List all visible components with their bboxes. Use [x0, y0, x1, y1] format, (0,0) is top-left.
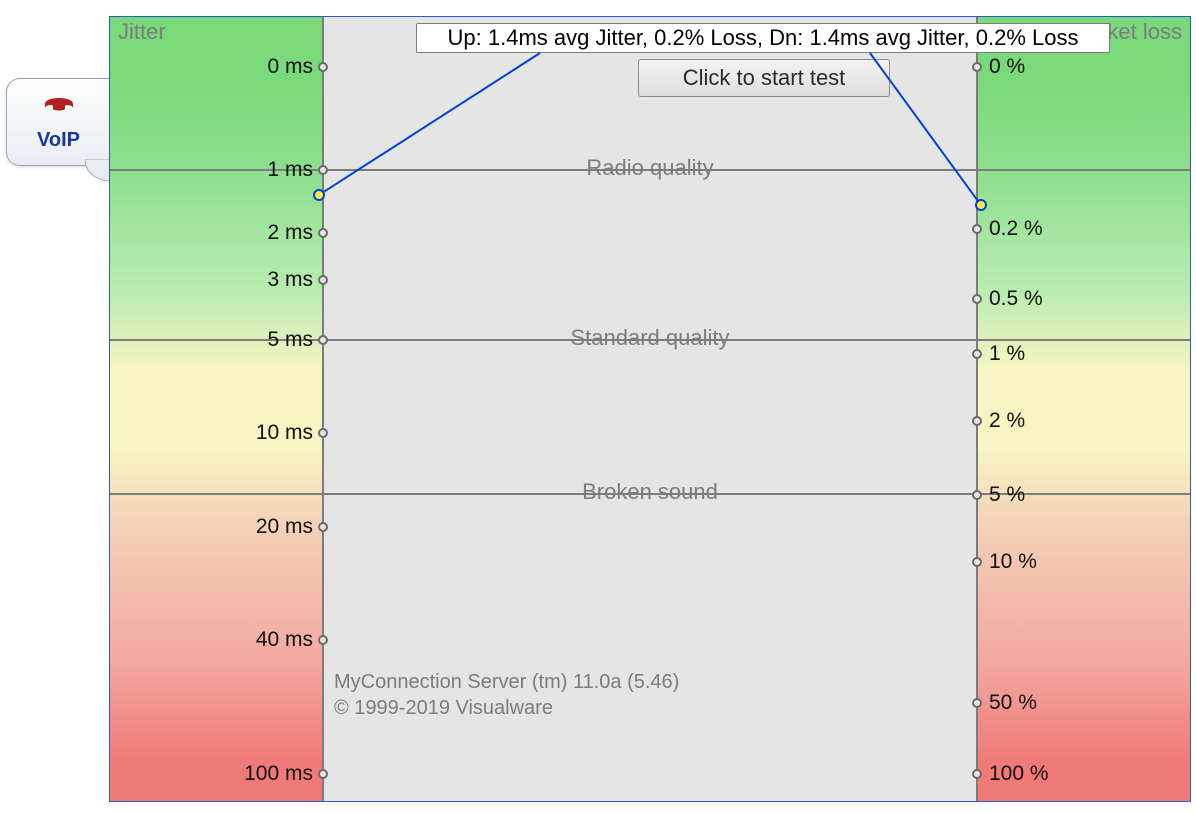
jitter-tick-label: 5 ms — [267, 328, 313, 352]
loss-tick-label: 100 % — [989, 762, 1049, 786]
voip-tab-label: VoIP — [37, 129, 80, 152]
footer-product: MyConnection Server (tm) 11.0a (5.46) — [334, 671, 679, 694]
loss-tick-label: 0.5 % — [989, 287, 1043, 311]
test-summary: Up: 1.4ms avg Jitter, 0.2% Loss, Dn: 1.4… — [416, 23, 1110, 53]
start-test-button[interactable]: Click to start test — [638, 59, 890, 97]
loss-tick — [972, 416, 982, 426]
phone-icon — [42, 92, 76, 123]
jitter-tick — [318, 769, 328, 779]
voip-tab[interactable]: VoIP — [6, 78, 110, 166]
loss-tick-label: 50 % — [989, 691, 1037, 715]
jitter-tick — [318, 428, 328, 438]
loss-tick-label: 1 % — [989, 342, 1025, 366]
jitter-header: Jitter — [118, 19, 166, 45]
jitter-tick-label: 3 ms — [267, 268, 313, 292]
jitter-tick — [318, 335, 328, 345]
loss-tick — [972, 224, 982, 234]
footer-copyright: © 1999-2019 Visualware — [334, 697, 553, 720]
loss-tick — [972, 698, 982, 708]
jitter-tick — [318, 228, 328, 238]
jitter-color-scale — [110, 17, 324, 801]
loss-tick-label: 2 % — [989, 409, 1025, 433]
jitter-tick-label: 1 ms — [267, 158, 313, 182]
jitter-tick-label: 2 ms — [267, 221, 313, 245]
jitter-result-marker — [313, 189, 325, 201]
loss-axis-line — [976, 17, 978, 801]
voip-quality-plot: Jitter Packet loss Up: 1.4ms avg Jitter,… — [109, 16, 1191, 802]
jitter-tick-label: 100 ms — [244, 762, 313, 786]
jitter-tick-label: 10 ms — [256, 421, 313, 445]
loss-tick-label: 0.2 % — [989, 217, 1043, 241]
quality-band-line: Broken sound — [110, 493, 1190, 495]
loss-tick — [972, 769, 982, 779]
jitter-axis-line — [322, 17, 324, 801]
jitter-tick-label: 40 ms — [256, 628, 313, 652]
jitter-tick — [318, 165, 328, 175]
loss-tick-label: 0 % — [989, 55, 1025, 79]
loss-tick-label: 10 % — [989, 550, 1037, 574]
jitter-tick-label: 0 ms — [267, 55, 313, 79]
jitter-tick — [318, 522, 328, 532]
loss-tick — [972, 557, 982, 567]
quality-band-label: Broken sound — [110, 479, 1190, 505]
jitter-tick-label: 20 ms — [256, 515, 313, 539]
loss-tick-label: 5 % — [989, 483, 1025, 507]
jitter-tick — [318, 275, 328, 285]
